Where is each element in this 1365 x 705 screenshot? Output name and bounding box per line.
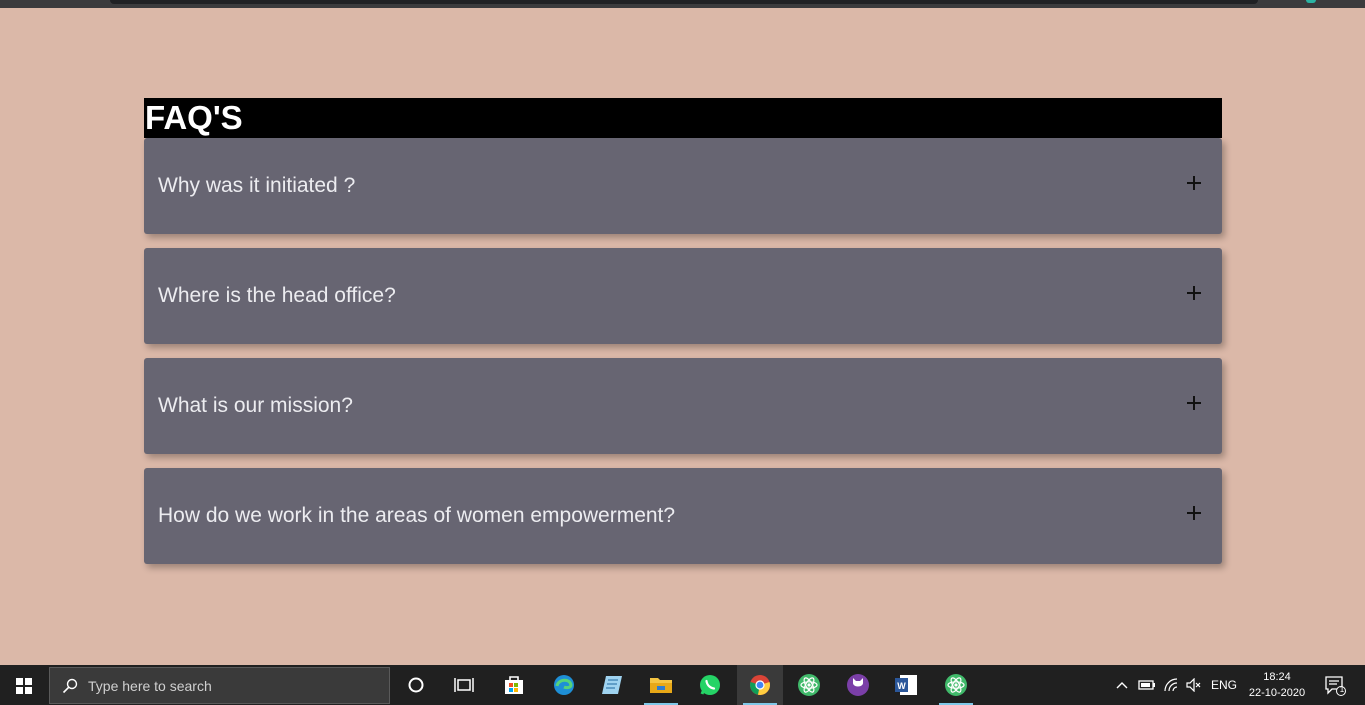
faq-section: FAQ'S Why was it initiated ? Where is th… (144, 98, 1222, 578)
notification-count: 1 (1339, 685, 1345, 694)
store-icon[interactable] (491, 665, 537, 705)
browser-indicator (1306, 0, 1316, 3)
atom-icon[interactable] (933, 665, 979, 705)
taskbar-search-box[interactable]: Type here to search (49, 667, 390, 704)
clock-date: 22-10-2020 (1248, 687, 1306, 699)
faq-item-why-initiated[interactable]: Why was it initiated ? (144, 138, 1222, 234)
atom-icon[interactable] (786, 665, 832, 705)
faq-question: Where is the head office? (158, 284, 396, 307)
faq-heading: FAQ'S (144, 98, 1222, 138)
faq-question: Why was it initiated ? (158, 174, 356, 197)
plus-icon[interactable] (1187, 286, 1201, 300)
plus-icon[interactable] (1187, 176, 1201, 190)
wifi-icon[interactable] (1161, 665, 1183, 705)
notepad-icon[interactable] (589, 665, 635, 705)
search-placeholder: Type here to search (88, 678, 212, 694)
windows-logo-icon (16, 678, 32, 694)
action-center-icon[interactable]: 1 (1320, 665, 1350, 705)
faq-item-women-empowerment[interactable]: How do we work in the areas of women emp… (144, 468, 1222, 564)
system-clock[interactable]: 18:24 22-10-2020 (1244, 669, 1310, 701)
clock-time: 18:24 (1263, 671, 1291, 683)
windows-taskbar: Type here to search W ENG 18:24 22-10-20… (0, 665, 1365, 705)
cat-app-icon[interactable] (835, 665, 881, 705)
plus-icon[interactable] (1187, 396, 1201, 410)
browser-tab-bar (110, 0, 1258, 4)
faq-item-mission[interactable]: What is our mission? (144, 358, 1222, 454)
whatsapp-icon[interactable] (687, 665, 733, 705)
faq-question: How do we work in the areas of women emp… (158, 504, 676, 527)
task-view-icon[interactable] (441, 665, 487, 705)
volume-muted-icon[interactable] (1184, 665, 1204, 705)
start-button[interactable] (0, 665, 48, 705)
plus-icon[interactable] (1187, 506, 1201, 520)
cortana-icon[interactable] (393, 665, 439, 705)
language-indicator[interactable]: ENG (1208, 665, 1240, 705)
search-icon (62, 678, 78, 694)
chrome-icon[interactable] (737, 665, 783, 705)
battery-icon[interactable] (1136, 665, 1158, 705)
file-explorer-icon[interactable] (638, 665, 684, 705)
chevron-up-icon[interactable] (1112, 665, 1132, 705)
browser-top-strip (0, 0, 1365, 8)
word-icon[interactable]: W (883, 665, 929, 705)
svg-text:W: W (897, 681, 906, 691)
edge-icon[interactable] (541, 665, 587, 705)
faq-item-head-office[interactable]: Where is the head office? (144, 248, 1222, 344)
faq-question: What is our mission? (158, 394, 353, 417)
